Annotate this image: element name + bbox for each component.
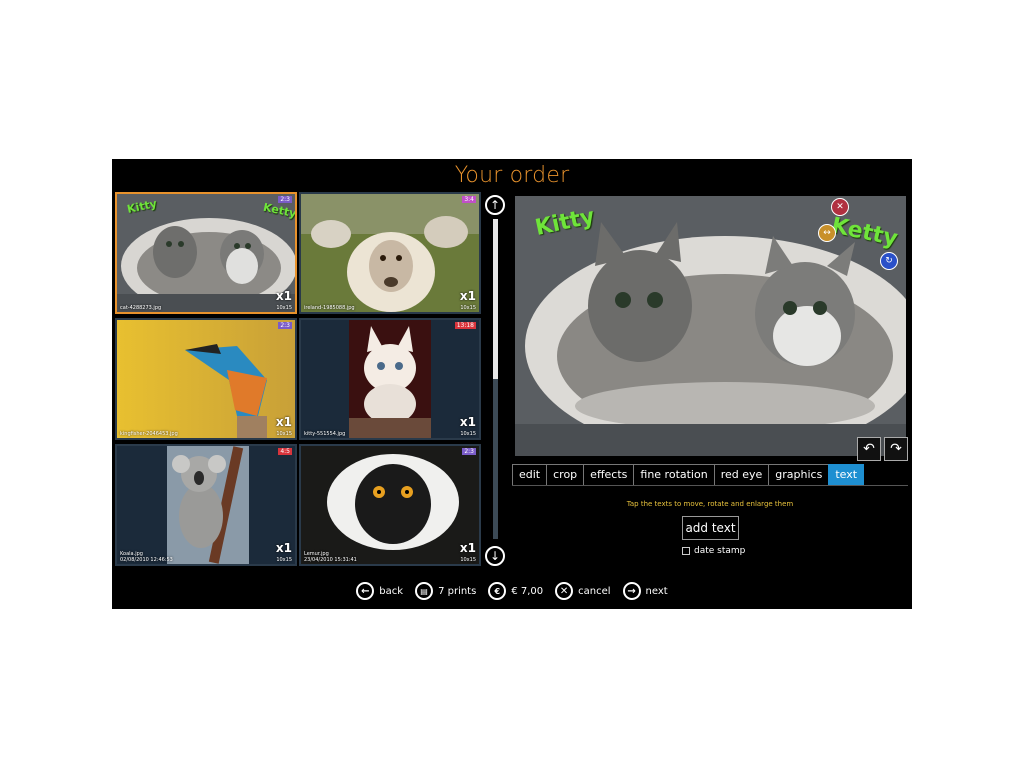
tab-graphics[interactable]: graphics — [768, 464, 830, 486]
quantity-label[interactable]: x1 — [460, 415, 476, 429]
quantity-label[interactable]: x1 — [460, 541, 476, 555]
text-hint: Tap the texts to move, rotate and enlarg… — [626, 500, 794, 508]
back-icon: ← — [356, 582, 375, 600]
file-name: cat-4288273.jpg — [120, 305, 162, 311]
date-stamp-label: date stamp — [694, 546, 746, 556]
rotate-left-icon: ↶ — [863, 441, 875, 457]
ratio-badge: 13:18 — [454, 322, 476, 329]
delete-icon: ✕ — [836, 202, 844, 212]
print-size: 10x15 — [276, 431, 292, 437]
scroll-thumb[interactable] — [493, 219, 498, 379]
koala-photo — [167, 446, 249, 564]
rotate-handle-icon: ↻ — [885, 256, 893, 266]
quantity-label[interactable]: x1 — [460, 289, 476, 303]
thumbnail-sheep[interactable]: 3:4 x1 10x15 ireland-1985088.jpg — [299, 192, 481, 314]
ratio-badge: 4:5 — [278, 448, 292, 455]
thumbnail-koala[interactable]: 4:5 x1 10x15 Koala.jpg 02/08/2010 12:46:5… — [115, 444, 297, 566]
tab-text[interactable]: text — [828, 464, 865, 486]
rotate-right-button[interactable]: ↷ — [884, 437, 908, 461]
checkbox-icon[interactable] — [682, 547, 690, 555]
tab-edit[interactable]: edit — [512, 464, 548, 486]
quantity-label[interactable]: x1 — [276, 415, 292, 429]
resize-icon: ↔ — [823, 228, 831, 238]
date-stamp-checkbox[interactable]: date stamp — [682, 546, 745, 556]
file-name: Koala.jpg 02/08/2010 12:46:53 — [120, 551, 173, 563]
page-title: Your order — [454, 163, 570, 188]
thumbnail-lemur[interactable]: 2:3 x1 10x15 Lemur.jpg 23/04/2010 15:31:4… — [299, 444, 481, 566]
thumbnail-cat[interactable]: Kitty Ketty 2:3 x1 10x15 cat-4288273.jpg — [115, 192, 297, 314]
quantity-label[interactable]: x1 — [276, 541, 292, 555]
thumbnail-photo — [117, 320, 295, 438]
tab-red-eye[interactable]: red eye — [713, 464, 770, 486]
delete-handle[interactable]: ✕ — [831, 198, 849, 216]
sheep-photo — [301, 194, 479, 312]
rotate-left-button[interactable]: ↶ — [857, 437, 881, 461]
ratio-badge: 2:3 — [278, 196, 292, 203]
thumbnail-photo — [349, 320, 431, 438]
file-name: Lemur.jpg 23/04/2010 15:31:41 — [304, 551, 357, 563]
tab-fine-rotation[interactable]: fine rotation — [633, 464, 715, 486]
thumbnail-photo — [167, 446, 249, 564]
next-button[interactable]: → next — [622, 582, 668, 600]
print-size: 10x15 — [276, 557, 292, 563]
file-name: kingfisher-2046453.jpg — [120, 431, 178, 437]
arrow-up-icon: ↑ — [489, 198, 501, 212]
ratio-badge: 3:4 — [462, 196, 476, 203]
kitty-photo — [349, 320, 431, 438]
print-size: 10x15 — [460, 431, 476, 437]
rotate-handle[interactable]: ↻ — [880, 252, 898, 270]
price-label: € 7,00 — [511, 585, 544, 597]
app-window: Your order Kitty Ketty 2:3 x1 10x15 cat-… — [112, 159, 912, 609]
arrow-down-icon: ↓ — [489, 549, 501, 563]
resize-handle[interactable]: ↔ — [818, 224, 836, 242]
bottom-bar: ← back ▤ 7 prints € € 7,00 ✕ cancel → ne… — [112, 580, 912, 602]
tab-crop[interactable]: crop — [546, 464, 585, 486]
prints-label: 7 prints — [438, 585, 477, 597]
scroll-up-button[interactable]: ↑ — [485, 195, 505, 215]
print-size: 10x15 — [460, 305, 476, 311]
prints-icon: ▤ — [415, 582, 434, 600]
thumbnail-kingfisher[interactable]: 2:3 x1 10x15 kingfisher-2046453.jpg — [115, 318, 297, 440]
next-label: next — [645, 585, 668, 597]
prints-button[interactable]: ▤ 7 prints — [415, 582, 476, 600]
back-label: back — [379, 585, 404, 597]
add-text-button[interactable]: add text — [682, 516, 739, 540]
photo-preview: Kitty Ketty ✕ ↔ ↻ — [515, 196, 906, 456]
print-size: 10x15 — [276, 305, 292, 311]
price-button[interactable]: € € 7,00 — [488, 582, 543, 600]
ratio-badge: 2:3 — [278, 322, 292, 329]
print-size: 10x15 — [460, 557, 476, 563]
tab-effects[interactable]: effects — [583, 464, 635, 486]
cancel-button[interactable]: ✕ cancel — [555, 582, 611, 600]
next-icon: → — [622, 582, 641, 600]
ratio-badge: 2:3 — [462, 448, 476, 455]
quantity-label[interactable]: x1 — [276, 289, 292, 303]
price-icon: € — [488, 582, 507, 600]
cancel-icon: ✕ — [555, 582, 574, 600]
edit-tabs: edit crop effects fine rotation red eye … — [512, 464, 865, 486]
thumbnail-photo — [301, 446, 479, 564]
kingfisher-photo — [117, 320, 295, 438]
thumbnail-kitty[interactable]: 13:18 x1 10x15 kitty-551554.jpg — [299, 318, 481, 440]
file-name: kitty-551554.jpg — [304, 431, 346, 437]
lemur-photo — [301, 446, 479, 564]
scroll-down-button[interactable]: ↓ — [485, 546, 505, 566]
thumbnail-photo — [301, 194, 479, 312]
tab-divider — [512, 485, 908, 486]
cancel-label: cancel — [578, 585, 611, 597]
rotate-right-icon: ↷ — [890, 441, 902, 457]
file-name: ireland-1985088.jpg — [304, 305, 355, 311]
back-button[interactable]: ← back — [356, 582, 403, 600]
